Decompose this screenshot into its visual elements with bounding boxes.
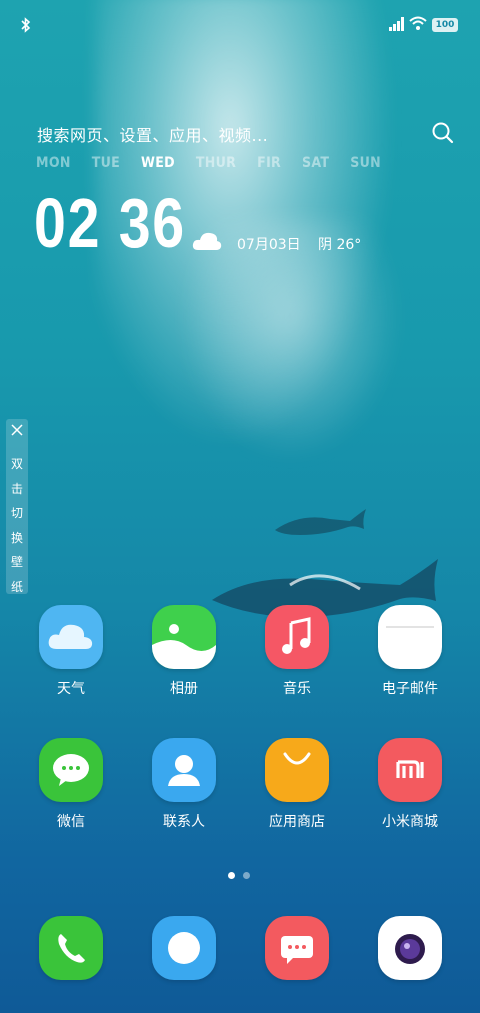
- phone-icon[interactable]: [39, 916, 103, 980]
- app-label: 天气: [57, 681, 85, 697]
- signal-icon: [389, 17, 404, 31]
- browser-icon[interactable]: [152, 916, 216, 980]
- app-weather[interactable]: 天气: [21, 605, 121, 698]
- search-bar[interactable]: 搜索网页、设置、应用、视频...: [37, 122, 268, 146]
- weekday-fri: FIR: [257, 155, 282, 171]
- app-label: 小米商城: [382, 814, 438, 830]
- weekday-thu: THUR: [195, 155, 237, 171]
- music-icon[interactable]: [265, 605, 329, 669]
- page-dot-active[interactable]: [228, 872, 235, 879]
- label-char: 纸: [10, 579, 23, 594]
- battery-icon: 100: [432, 18, 458, 32]
- weather-text[interactable]: 阴 26°: [318, 234, 361, 254]
- bluetooth-icon: [21, 17, 31, 33]
- app-store-icon[interactable]: [265, 738, 329, 802]
- label-char: 换: [10, 530, 23, 545]
- messages-icon[interactable]: [265, 916, 329, 980]
- date-text[interactable]: 07月03日: [237, 234, 301, 254]
- status-bar: 100: [0, 0, 480, 50]
- app-label: 微信: [57, 814, 85, 830]
- mi-store-icon[interactable]: [378, 738, 442, 802]
- app-mi-store[interactable]: 小米商城: [360, 738, 460, 831]
- weekday-row: MON TUE WED THUR FIR SAT SUN: [36, 155, 402, 171]
- cloudy-weather-icon: [192, 232, 222, 250]
- weekday-mon: MON: [36, 155, 71, 171]
- clock-time[interactable]: 02 36: [34, 188, 186, 258]
- label-char: 壁: [10, 555, 23, 569]
- wechat-icon[interactable]: [39, 738, 103, 802]
- camera-icon[interactable]: [378, 916, 442, 980]
- label-char: 切: [10, 506, 23, 520]
- app-contacts[interactable]: 联系人: [134, 738, 234, 831]
- app-label: 电子邮件: [382, 681, 438, 697]
- weekday-wed: WED: [141, 155, 175, 171]
- close-icon[interactable]: [11, 424, 23, 436]
- weekday-tue: TUE: [91, 155, 121, 171]
- app-wechat[interactable]: 微信: [21, 738, 121, 831]
- gallery-icon[interactable]: [152, 605, 216, 669]
- contacts-icon[interactable]: [152, 738, 216, 802]
- wallpaper-whale: [275, 509, 366, 535]
- app-store[interactable]: 应用商店: [247, 738, 347, 831]
- label-char: 双: [10, 457, 23, 471]
- app-label: 联系人: [163, 814, 205, 830]
- weekday-sat: SAT: [302, 155, 330, 171]
- search-icon[interactable]: [431, 121, 455, 145]
- weather-icon[interactable]: [39, 605, 103, 669]
- dock-phone[interactable]: [21, 916, 121, 980]
- dock-messages[interactable]: [247, 916, 347, 980]
- page-dot[interactable]: [243, 872, 250, 879]
- wallpaper-cloud: [180, 220, 400, 460]
- app-label: 相册: [170, 681, 198, 697]
- wifi-icon: [409, 16, 427, 30]
- app-gallery[interactable]: 相册: [134, 605, 234, 698]
- app-music[interactable]: 音乐: [247, 605, 347, 698]
- label-char: 击: [10, 481, 23, 496]
- weekday-sun: SUN: [350, 155, 382, 171]
- app-label: 音乐: [283, 681, 311, 697]
- wallpaper-switch-label: 双 击 切 换 壁 纸: [6, 452, 28, 599]
- dock-browser[interactable]: [134, 916, 234, 980]
- dock-camera[interactable]: [360, 916, 460, 980]
- app-email[interactable]: 电子邮件: [360, 605, 460, 698]
- email-icon[interactable]: [378, 605, 442, 669]
- page-indicator[interactable]: [228, 872, 250, 879]
- app-label: 应用商店: [269, 814, 325, 830]
- wallpaper-switch-tab[interactable]: 双 击 切 换 壁 纸: [6, 419, 28, 594]
